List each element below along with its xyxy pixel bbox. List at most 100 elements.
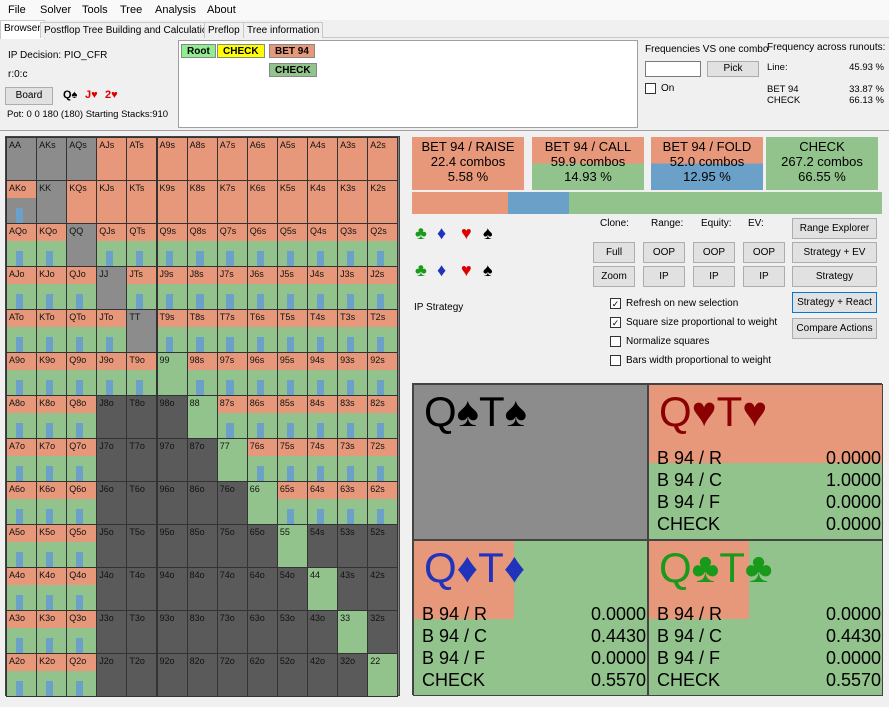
option-checkbox-0[interactable]: ✓ [610,298,621,309]
clubs-icon[interactable]: ♣ [415,223,427,243]
grid-cell-88[interactable]: 88 [186,395,218,439]
grid-cell-JJ[interactable]: JJ [96,266,128,310]
grid-cell-76s[interactable]: 76s [246,438,278,482]
grid-cell-98s[interactable]: 98s [186,352,218,396]
grid-cell-83s[interactable]: 83s [337,395,369,439]
grid-cell-A7o[interactable]: A7o [6,438,38,482]
grid-cell-A5o[interactable]: A5o [6,524,38,568]
grid-cell-J3o[interactable]: J3o [96,610,128,654]
grid-cell-73o[interactable]: 73o [216,610,248,654]
grid-cell-J7o[interactable]: J7o [96,438,128,482]
grid-cell-96o[interactable]: 96o [156,481,188,525]
grid-cell-Q4o[interactable]: Q4o [66,567,98,611]
grid-cell-Q2o[interactable]: Q2o [66,653,98,697]
combo-input[interactable] [645,61,701,77]
grid-cell-T7s[interactable]: T7s [216,309,248,353]
equity-ip-button[interactable]: IP [693,266,735,287]
grid-cell-96s[interactable]: 96s [246,352,278,396]
grid-cell-Q7o[interactable]: Q7o [66,438,98,482]
grid-cell-87s[interactable]: 87s [216,395,248,439]
on-checkbox[interactable] [645,83,656,94]
grid-cell-66[interactable]: 66 [246,481,278,525]
grid-cell-99[interactable]: 99 [156,352,188,396]
ev-ip-button[interactable]: IP [743,266,785,287]
grid-cell-QQ[interactable]: QQ [66,223,98,267]
grid-cell-T2o[interactable]: T2o [126,653,158,697]
summary-1[interactable]: BET 94 / CALL 59.9 combos 14.93 % [532,137,644,190]
hearts-icon[interactable]: ♥ [461,223,472,243]
grid-cell-AKs[interactable]: AKs [36,137,68,181]
grid-cell-A6o[interactable]: A6o [6,481,38,525]
grid-cell-94s[interactable]: 94s [307,352,339,396]
tab-1[interactable]: Postflop Tree Building and Calculations [40,22,222,38]
grid-cell-J7s[interactable]: J7s [216,266,248,310]
combo-cell-0[interactable]: Q♠T♠ [413,384,648,540]
grid-cell-85s[interactable]: 85s [276,395,308,439]
grid-cell-A8o[interactable]: A8o [6,395,38,439]
summary-3[interactable]: CHECK 267.2 combos 66.55 % [766,137,878,190]
grid-cell-J6s[interactable]: J6s [246,266,278,310]
grid-cell-QTs[interactable]: QTs [126,223,158,267]
grid-cell-95s[interactable]: 95s [276,352,308,396]
grid-cell-J5o[interactable]: J5o [96,524,128,568]
grid-cell-T5o[interactable]: T5o [126,524,158,568]
grid-cell-AQo[interactable]: AQo [6,223,38,267]
grid-cell-K9o[interactable]: K9o [36,352,68,396]
grid-cell-AKo[interactable]: AKo [6,180,38,224]
grid-cell-Q3s[interactable]: Q3s [337,223,369,267]
grid-cell-Q8s[interactable]: Q8s [186,223,218,267]
grid-cell-54o[interactable]: 54o [276,567,308,611]
grid-cell-72o[interactable]: 72o [216,653,248,697]
grid-cell-94o[interactable]: 94o [156,567,188,611]
grid-cell-64o[interactable]: 64o [246,567,278,611]
grid-cell-T9s[interactable]: T9s [156,309,188,353]
grid-cell-43s[interactable]: 43s [337,567,369,611]
grid-cell-T7o[interactable]: T7o [126,438,158,482]
grid-cell-KJo[interactable]: KJo [36,266,68,310]
grid-cell-AJo[interactable]: AJo [6,266,38,310]
menu-item-tools[interactable]: Tools [82,4,108,16]
menu-item-solver[interactable]: Solver [40,4,71,16]
spades-icon[interactable]: ♠ [483,223,493,243]
grid-cell-KTs[interactable]: KTs [126,180,158,224]
strategy-button[interactable]: Strategy [792,266,877,287]
grid-cell-Q3o[interactable]: Q3o [66,610,98,654]
grid-cell-A8s[interactable]: A8s [186,137,218,181]
ev-oop-button[interactable]: OOP [743,242,785,263]
grid-cell-86o[interactable]: 86o [186,481,218,525]
diamonds-icon-2[interactable]: ♦ [437,260,446,280]
menu-item-about[interactable]: About [207,4,236,16]
grid-cell-53o[interactable]: 53o [276,610,308,654]
strategy-react-button[interactable]: Strategy + React [792,292,877,313]
option-checkbox-2[interactable] [610,336,621,347]
grid-cell-74s[interactable]: 74s [307,438,339,482]
grid-cell-KQo[interactable]: KQo [36,223,68,267]
grid-cell-Q6s[interactable]: Q6s [246,223,278,267]
grid-cell-T9o[interactable]: T9o [126,352,158,396]
grid-cell-93o[interactable]: 93o [156,610,188,654]
grid-cell-J9s[interactable]: J9s [156,266,188,310]
grid-cell-A4o[interactable]: A4o [6,567,38,611]
grid-cell-43o[interactable]: 43o [307,610,339,654]
grid-cell-KQs[interactable]: KQs [66,180,98,224]
grid-cell-75o[interactable]: 75o [216,524,248,568]
grid-cell-92s[interactable]: 92s [367,352,399,396]
zoom-button[interactable]: Zoom [593,266,635,287]
grid-cell-K8o[interactable]: K8o [36,395,68,439]
grid-cell-62s[interactable]: 62s [367,481,399,525]
grid-cell-63o[interactable]: 63o [246,610,278,654]
tree-node-check2[interactable]: CHECK [269,63,317,77]
grid-cell-J8o[interactable]: J8o [96,395,128,439]
grid-cell-K7s[interactable]: K7s [216,180,248,224]
grid-cell-ATs[interactable]: ATs [126,137,158,181]
summary-0[interactable]: BET 94 / RAISE 22.4 combos 5.58 % [412,137,524,190]
grid-cell-A3o[interactable]: A3o [6,610,38,654]
menu-item-tree[interactable]: Tree [120,4,142,16]
grid-cell-77[interactable]: 77 [216,438,248,482]
grid-cell-98o[interactable]: 98o [156,395,188,439]
option-checkbox-3[interactable] [610,355,621,366]
grid-cell-53s[interactable]: 53s [337,524,369,568]
spades-icon-2[interactable]: ♠ [483,260,493,280]
grid-cell-K5s[interactable]: K5s [276,180,308,224]
grid-cell-Q7s[interactable]: Q7s [216,223,248,267]
